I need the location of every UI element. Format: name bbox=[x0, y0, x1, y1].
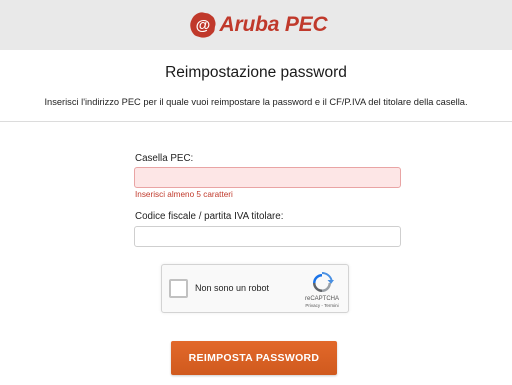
pec-label: Casella PEC: bbox=[135, 153, 194, 164]
recaptcha-widget: Non sono un robot reCAPTCHA Privacy - Te… bbox=[161, 264, 349, 313]
reset-password-button[interactable]: REIMPOSTA PASSWORD bbox=[171, 341, 337, 375]
recaptcha-label: Non sono un robot bbox=[195, 283, 270, 293]
aruba-pec-logo[interactable]: @ Aruba PEC bbox=[189, 11, 328, 39]
page-instructions: Inserisci l'indirizzo PEC per il quale v… bbox=[44, 97, 468, 107]
pec-input[interactable] bbox=[134, 167, 401, 188]
codice-fiscale-label: Codice fiscale / partita IVA titolare: bbox=[135, 211, 284, 222]
recaptcha-checkbox[interactable] bbox=[169, 279, 188, 298]
svg-text:@: @ bbox=[195, 17, 210, 34]
codice-fiscale-input[interactable] bbox=[134, 226, 401, 247]
logo-wordmark: Aruba PEC bbox=[219, 13, 328, 36]
divider bbox=[0, 121, 512, 122]
recaptcha-logo-icon bbox=[313, 272, 334, 292]
seal-logo-icon: @ bbox=[189, 12, 216, 38]
recaptcha-terms-link[interactable]: Privacy - Termini bbox=[298, 303, 346, 308]
page-title: Reimpostazione password bbox=[165, 64, 347, 81]
pec-error-message: Inserisci almeno 5 caratteri bbox=[135, 190, 233, 199]
header-bar: @ Aruba PEC bbox=[0, 0, 512, 50]
recaptcha-brand: reCAPTCHA bbox=[304, 296, 339, 302]
